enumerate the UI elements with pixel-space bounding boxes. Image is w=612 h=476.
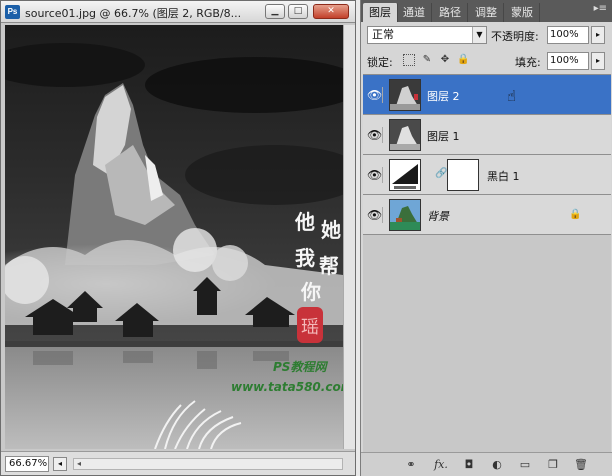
layer-name[interactable]: 黑白 1	[487, 168, 520, 184]
layer-thumbnail	[389, 199, 421, 231]
layers-panel: 图层 通道 路径 调整 蒙版 ▸≡ 正常 ▼ 不透明度: 100% ▸ 锁定: …	[360, 0, 612, 476]
vertical-scrollbar[interactable]	[343, 25, 355, 449]
layer-row-layer2[interactable]: 👁 图层 2 ☝	[363, 75, 611, 115]
horizontal-scrollbar[interactable]	[73, 458, 343, 470]
adjustment-thumbnail-icon	[389, 159, 421, 191]
delete-layer-icon[interactable]: 🗑	[573, 458, 589, 472]
scroll-left-arrow-icon[interactable]: ◂	[77, 459, 81, 468]
close-button[interactable]: ✕	[313, 4, 349, 19]
fx-icon[interactable]: fx.	[433, 458, 449, 472]
document-window: Ps source01.jpg @ 66.7% (图层 2, RGB/8... …	[0, 0, 356, 476]
layer-name[interactable]: 背景	[427, 208, 449, 224]
hand-pointer-cursor-icon: ☝	[507, 87, 517, 105]
maximize-button[interactable]: □	[288, 4, 308, 19]
document-title-bar[interactable]: Ps source01.jpg @ 66.7% (图层 2, RGB/8... …	[1, 1, 355, 23]
zoom-level-field[interactable]: 66.67%	[5, 456, 49, 472]
layer-thumbnail	[389, 79, 421, 111]
layer-row-black-white[interactable]: 👁 🔗 黑白 1	[363, 155, 611, 195]
image-canvas[interactable]: 他 她 我 帮 你 瑶 PS教程网 www.tata580.com	[5, 25, 343, 449]
fill-label: 填充:	[515, 56, 541, 69]
fill-input[interactable]: 100%	[547, 52, 589, 70]
seal-char: 瑶	[301, 317, 319, 338]
fill-slider-arrow-icon[interactable]: ▸	[591, 52, 605, 70]
tab-layers[interactable]: 图层	[363, 3, 398, 22]
layer-mask-thumbnail[interactable]	[447, 159, 479, 191]
minimize-button[interactable]: ▁	[265, 4, 285, 19]
mask-link-chain-icon[interactable]: 🔗	[435, 168, 447, 179]
calligraphy-char: 他	[294, 210, 315, 234]
link-layers-icon[interactable]: ⚭	[403, 458, 419, 472]
add-mask-icon[interactable]: ◘	[461, 458, 477, 472]
visibility-eye-icon[interactable]: 👁	[367, 207, 383, 223]
background-lock-icon: 🔒	[569, 209, 582, 220]
calligraphy-char: 她	[321, 218, 341, 242]
adjustment-layer-icon[interactable]: ◐	[489, 458, 505, 472]
watermark-title: PS教程网	[273, 360, 328, 374]
panel-tab-bar: 图层 通道 路径 调整 蒙版 ▸≡	[361, 0, 612, 22]
document-title: source01.jpg @ 66.7% (图层 2, RGB/8...	[25, 7, 242, 20]
blend-mode-value: 正常	[372, 28, 394, 41]
tab-masks[interactable]: 蒙版	[505, 3, 540, 22]
tab-adjustments[interactable]: 调整	[469, 3, 504, 22]
opacity-label: 不透明度:	[491, 30, 539, 43]
lock-all-icon[interactable]: 🔒	[457, 54, 469, 66]
panel-menu-icon[interactable]: ▸≡	[594, 3, 607, 14]
tab-paths[interactable]: 路径	[433, 3, 468, 22]
new-group-icon[interactable]: ▭	[517, 458, 533, 472]
photoshop-logo-icon: Ps	[5, 5, 20, 19]
status-bar: 66.67% ◂ ◂	[1, 451, 355, 475]
layer-thumbnail	[389, 119, 421, 151]
lock-move-icon[interactable]: ✥	[439, 54, 451, 66]
visibility-eye-icon[interactable]: 👁	[367, 87, 383, 103]
panel-footer-toolbar: ⚭ fx. ◘ ◐ ▭ ❐ 🗑	[361, 452, 612, 476]
lock-transparent-icon[interactable]	[403, 54, 415, 66]
chevron-down-icon[interactable]: ▼	[472, 27, 486, 43]
calligraphy-char: 你	[300, 280, 321, 304]
calligraphy-char: 帮	[319, 254, 339, 278]
inverted-landscape-artwork: 他 她 我 帮 你 瑶 PS教程网 www.tata580.com	[5, 25, 343, 449]
calligraphy-char: 我	[295, 246, 315, 270]
watermark-url: www.tata580.com	[231, 380, 343, 394]
status-menu-button[interactable]: ◂	[53, 457, 67, 471]
layer-name[interactable]: 图层 1	[427, 128, 460, 144]
visibility-eye-icon[interactable]: 👁	[367, 167, 383, 183]
layer-row-layer1[interactable]: 👁 图层 1	[363, 115, 611, 155]
lock-brush-icon[interactable]: ✎	[421, 54, 433, 66]
tab-channels[interactable]: 通道	[397, 3, 432, 22]
layer-row-background[interactable]: 👁 背景 🔒	[363, 195, 611, 235]
blend-mode-select[interactable]: 正常 ▼	[367, 26, 487, 44]
new-layer-icon[interactable]: ❐	[545, 458, 561, 472]
layer-name[interactable]: 图层 2	[427, 88, 460, 104]
opacity-slider-arrow-icon[interactable]: ▸	[591, 26, 605, 44]
layers-list: 👁 图层 2 ☝ 👁 图层 1 👁 🔗 黑白 1 👁 背景 🔒	[363, 74, 611, 452]
opacity-input[interactable]: 100%	[547, 26, 589, 44]
lock-label: 锁定:	[367, 56, 393, 69]
visibility-eye-icon[interactable]: 👁	[367, 127, 383, 143]
